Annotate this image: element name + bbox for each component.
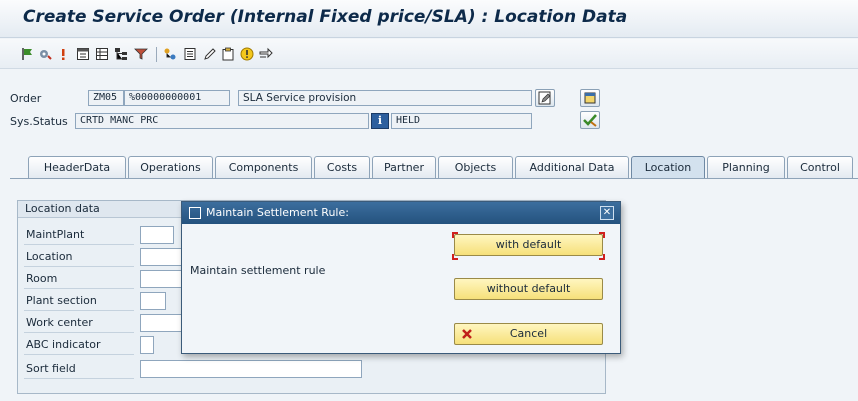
order-label: Order — [10, 92, 42, 105]
tab-costs[interactable]: Costs — [314, 156, 370, 179]
toolbar-separator — [156, 47, 157, 62]
tab-planning[interactable]: Planning — [707, 156, 785, 179]
room-label: Room — [24, 270, 134, 289]
focus-marker — [599, 254, 605, 260]
edit-text-icon — [538, 91, 551, 105]
info-icon[interactable] — [240, 47, 254, 61]
sort-field-label: Sort field — [24, 360, 134, 379]
status-check-icon — [583, 114, 597, 127]
location-input[interactable] — [140, 248, 182, 266]
tab-location[interactable]: Location — [631, 156, 705, 179]
tab-strip: HeaderData Operations Components Costs P… — [0, 156, 858, 179]
application-toolbar — [0, 39, 858, 69]
work-center-input[interactable] — [140, 314, 182, 332]
with-default-label: with default — [495, 238, 562, 251]
status-label: Sys.Status — [10, 115, 68, 128]
plant-section-label: Plant section — [24, 292, 134, 311]
window-title: Create Service Order (Internal Fixed pri… — [23, 7, 628, 27]
location-label: Location — [24, 248, 134, 267]
filter-icon[interactable] — [134, 47, 148, 61]
cancel-icon — [462, 329, 472, 339]
hierarchy-icon[interactable] — [114, 47, 128, 61]
tab-operations[interactable]: Operations — [128, 156, 213, 179]
room-input[interactable] — [140, 270, 182, 288]
notes-icon[interactable] — [183, 47, 197, 61]
close-icon[interactable]: ✕ — [600, 206, 614, 220]
order-type-field: ZM05 — [88, 90, 124, 106]
order-description-field: SLA Service provision — [238, 90, 532, 106]
user-status-field: HELD — [391, 113, 532, 129]
sort-field-input[interactable] — [140, 360, 362, 378]
focus-marker — [599, 232, 605, 238]
settlement-rule-dialog: Maintain Settlement Rule: ✕ Maintain set… — [181, 201, 621, 354]
dialog-message: Maintain settlement rule — [190, 264, 326, 277]
alert-icon[interactable] — [56, 47, 70, 61]
system-status-field: CRTD MANC PRC — [75, 113, 369, 129]
tab-partner[interactable]: Partner — [372, 156, 436, 179]
list-icon[interactable] — [95, 47, 109, 61]
order-number-field: %00000000001 — [124, 90, 230, 106]
tab-objects[interactable]: Objects — [438, 156, 513, 179]
long-text-button[interactable] — [535, 89, 555, 107]
dialog-title-bar[interactable]: Maintain Settlement Rule: ✕ — [182, 202, 620, 224]
display-object-button[interactable] — [580, 89, 600, 107]
flag-icon[interactable] — [21, 47, 35, 61]
focus-marker — [452, 232, 458, 238]
status-info-icon[interactable]: i — [371, 113, 389, 129]
tab-header-data[interactable]: HeaderData — [28, 156, 126, 179]
maint-plant-input[interactable] — [140, 226, 174, 244]
window-icon — [189, 207, 201, 219]
without-default-label: without default — [486, 282, 571, 295]
tab-additional-data[interactable]: Additional Data — [515, 156, 629, 179]
header-icon[interactable] — [76, 47, 90, 61]
clipboard-icon[interactable] — [221, 47, 235, 61]
forward-icon[interactable] — [259, 47, 273, 61]
dialog-title: Maintain Settlement Rule: — [206, 206, 349, 219]
plant-section-input[interactable] — [140, 292, 166, 310]
structure-icon[interactable] — [163, 47, 177, 61]
with-default-button[interactable]: with default — [454, 234, 603, 256]
pencil-icon[interactable] — [203, 47, 217, 61]
cancel-button[interactable]: Cancel — [454, 323, 603, 345]
status-detail-button[interactable] — [580, 111, 600, 129]
tab-baseline — [10, 178, 858, 179]
tab-components[interactable]: Components — [215, 156, 312, 179]
without-default-button[interactable]: without default — [454, 278, 603, 300]
tab-control[interactable]: Control — [787, 156, 853, 179]
focus-marker — [452, 254, 458, 260]
object-icon — [584, 92, 596, 104]
maint-plant-label: MaintPlant — [24, 226, 134, 245]
abc-indicator-input[interactable] — [140, 336, 154, 354]
settings-icon[interactable] — [38, 47, 52, 61]
title-bar: Create Service Order (Internal Fixed pri… — [0, 0, 858, 38]
cancel-label: Cancel — [509, 327, 548, 340]
abc-indicator-label: ABC indicator — [24, 336, 134, 355]
work-center-label: Work center — [24, 314, 134, 333]
